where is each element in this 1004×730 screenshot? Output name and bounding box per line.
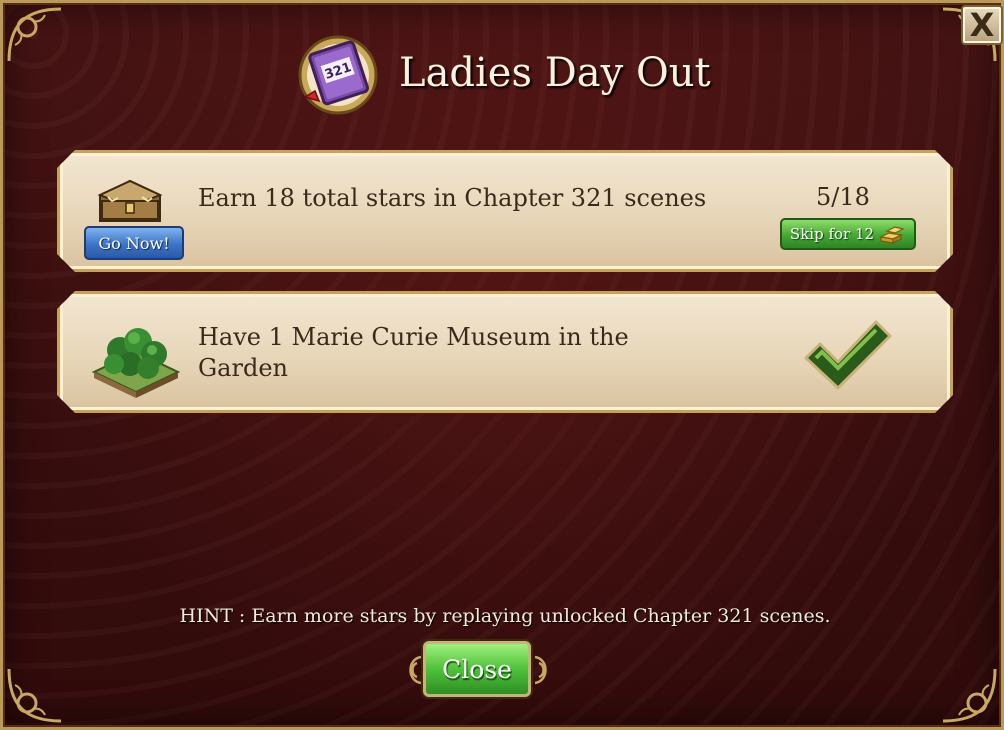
checkmark-icon: [802, 314, 894, 392]
task-card: Go Now! Earn 18 total stars in Chapter 3…: [57, 150, 953, 272]
gold-bars-icon: [878, 223, 906, 245]
quest-dialog: X 321 Ladies Day Out Go Now! Earn 18 tot…: [0, 0, 1004, 730]
skip-label: Skip for 12: [789, 225, 875, 243]
corner-ornament: [5, 665, 65, 725]
dialog-title: Ladies Day Out: [399, 50, 711, 96]
corner-ornament: [939, 665, 999, 725]
task-progress: 5/18: [816, 183, 870, 211]
task-description: Have 1 Marie Curie Museum in the Garden: [198, 323, 629, 382]
hint-text: HINT : Earn more stars by replaying unlo…: [179, 605, 831, 627]
skip-button[interactable]: Skip for 12: [780, 218, 916, 250]
treasure-chest-icon: [94, 173, 166, 231]
chapter-book-icon: 321: [298, 35, 378, 115]
corner-ornament: [5, 5, 65, 65]
dialog-header: 321 Ladies Day Out: [293, 31, 711, 115]
scroll-ornament-icon: [409, 655, 422, 685]
close-button-area: Close: [403, 639, 553, 701]
close-button[interactable]: Close: [423, 641, 531, 697]
garden-trees-icon: [90, 308, 180, 398]
task-card: Have 1 Marie Curie Museum in the Garden: [57, 291, 953, 413]
close-x-button[interactable]: X: [961, 5, 1003, 45]
scroll-ornament-icon: [534, 655, 547, 685]
task-description: Earn 18 total stars in Chapter 321 scene…: [198, 184, 707, 212]
go-now-button[interactable]: Go Now!: [84, 226, 184, 260]
